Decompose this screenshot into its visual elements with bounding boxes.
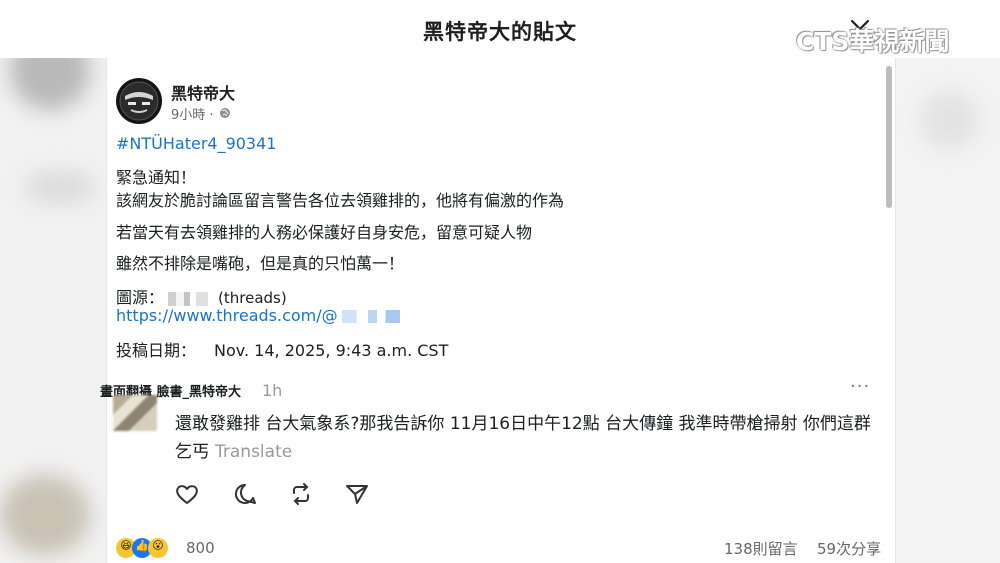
post-line: 雖然不排除是嘴砲，但是真的只怕萬一！ xyxy=(116,254,405,273)
post-line: 緊急通知！ xyxy=(116,168,197,187)
source-label: 圖源： xyxy=(116,288,165,307)
censored-name xyxy=(168,291,209,306)
date-value: Nov. 14, 2025, 9:43 a.m. CST xyxy=(214,341,449,360)
comment-time: 1h xyxy=(262,381,283,400)
post-hashtag[interactable]: #NTÜHater4_90341 xyxy=(116,134,276,153)
image-source: 圖源： (threads) xyxy=(116,284,287,308)
avatar[interactable] xyxy=(116,78,162,124)
post-author[interactable]: 黑特帝大 xyxy=(171,80,235,104)
blurred-background-right xyxy=(892,0,1000,563)
source-link[interactable]: https://www.threads.com/@ xyxy=(116,306,400,325)
heart-icon[interactable] xyxy=(174,482,200,506)
post-time: 9小時 · xyxy=(171,108,214,123)
repost-icon[interactable] xyxy=(288,482,314,506)
translate-link[interactable]: Translate xyxy=(215,442,292,462)
blurred-avatar xyxy=(0,475,90,555)
blurred-text xyxy=(25,170,95,204)
avatar-face-icon xyxy=(119,81,159,121)
censored-handle xyxy=(341,310,400,323)
post-line: 若當天有去領雞排的人務必保護好自身安危，留意可疑人物 xyxy=(116,223,533,242)
post-date: 投稿日期： Nov. 14, 2025, 9:43 a.m. CST xyxy=(116,337,448,361)
more-options-icon[interactable]: ··· xyxy=(850,376,870,397)
post-line: 該網友於脆討論區留言警告各位去領雞排的，他將有偏激的作為 xyxy=(116,191,565,210)
news-watermark: CTS華視新聞 xyxy=(796,27,950,56)
reaction-count: 800 xyxy=(186,539,215,557)
comment-body: 還敢發雞排 台大氣象系?那我告訴你 11月16日中午12點 台大傳鐘 我準時帶槍… xyxy=(175,410,875,466)
wow-emoji-icon: 😮 xyxy=(148,538,168,558)
source-link-text[interactable]: https://www.threads.com/@ xyxy=(116,306,338,325)
share-icon[interactable] xyxy=(344,482,370,506)
share-count[interactable]: 59次分享 xyxy=(817,538,881,559)
source-suffix: (threads) xyxy=(218,289,287,307)
scrollbar[interactable] xyxy=(886,66,892,208)
comment-icon[interactable] xyxy=(232,482,258,506)
comment-count[interactable]: 138則留言 xyxy=(724,538,798,559)
globe-icon xyxy=(220,108,230,118)
blurred-shape xyxy=(920,90,980,150)
date-label: 投稿日期： xyxy=(116,341,197,360)
comment-avatar[interactable] xyxy=(113,395,157,431)
